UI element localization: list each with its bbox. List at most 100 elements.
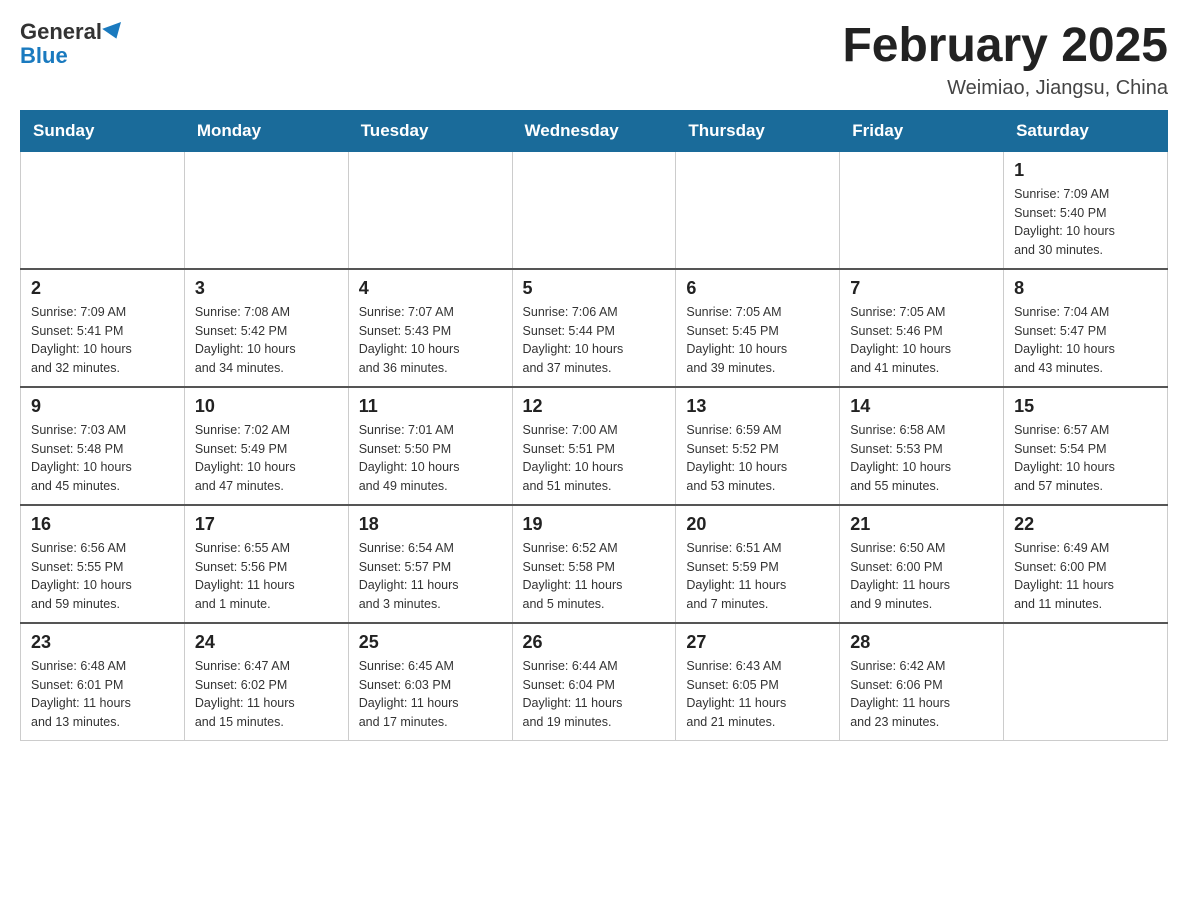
calendar-cell: 17 Sunrise: 6:55 AM Sunset: 5:56 PM Dayli… (184, 505, 348, 623)
calendar-cell: 7Sunrise: 7:05 AM Sunset: 5:46 PM Daylig… (840, 269, 1004, 387)
day-info: Sunrise: 7:04 AM Sunset: 5:47 PM Dayligh… (1014, 303, 1157, 378)
day-info: Sunrise: 6:57 AM Sunset: 5:54 PM Dayligh… (1014, 421, 1157, 496)
day-info: Sunrise: 7:06 AM Sunset: 5:44 PM Dayligh… (523, 303, 666, 378)
day-number: 9 (31, 396, 174, 417)
day-info: Sunrise: 6:45 AM Sunset: 6:03 PM Dayligh… (359, 657, 502, 732)
day-number: 27 (686, 632, 829, 653)
calendar-cell: 25Sunrise: 6:45 AM Sunset: 6:03 PM Dayli… (348, 623, 512, 741)
day-number: 16 (31, 514, 174, 535)
calendar-cell: 16 Sunrise: 6:56 AM Sunset: 5:55 PM Dayli… (21, 505, 185, 623)
calendar-cell: 18 Sunrise: 6:54 AM Sunset: 5:57 PM Dayli… (348, 505, 512, 623)
day-number: 2 (31, 278, 174, 299)
logo-general-text: General (20, 20, 102, 44)
day-number: 8 (1014, 278, 1157, 299)
calendar-cell (21, 151, 185, 269)
calendar-week-row: 23 Sunrise: 6:48 AM Sunset: 6:01 PM Dayli… (21, 623, 1168, 741)
calendar-cell: 14 Sunrise: 6:58 AM Sunset: 5:53 PM Dayli… (840, 387, 1004, 505)
day-info: Sunrise: 6:59 AM Sunset: 5:52 PM Dayligh… (686, 421, 829, 496)
calendar-cell: 4Sunrise: 7:07 AM Sunset: 5:43 PM Daylig… (348, 269, 512, 387)
day-info: Sunrise: 7:05 AM Sunset: 5:46 PM Dayligh… (850, 303, 993, 378)
day-info: Sunrise: 7:00 AM Sunset: 5:51 PM Dayligh… (523, 421, 666, 496)
calendar-cell: 22 Sunrise: 6:49 AM Sunset: 6:00 PM Dayli… (1004, 505, 1168, 623)
day-number: 22 (1014, 514, 1157, 535)
logo-triangle-icon (102, 22, 126, 42)
day-info: Sunrise: 6:48 AM Sunset: 6:01 PM Dayligh… (31, 657, 174, 732)
day-number: 20 (686, 514, 829, 535)
day-number: 18 (359, 514, 502, 535)
day-number: 14 (850, 396, 993, 417)
calendar-header-sunday: Sunday (21, 110, 185, 151)
calendar-cell: 26 Sunrise: 6:44 AM Sunset: 6:04 PM Dayli… (512, 623, 676, 741)
day-number: 24 (195, 632, 338, 653)
calendar-cell (840, 151, 1004, 269)
calendar-week-row: 9 Sunrise: 7:03 AM Sunset: 5:48 PM Daylig… (21, 387, 1168, 505)
calendar-cell (512, 151, 676, 269)
calendar-table: SundayMondayTuesdayWednesdayThursdayFrid… (20, 110, 1168, 741)
calendar-cell: 2 Sunrise: 7:09 AM Sunset: 5:41 PM Daylig… (21, 269, 185, 387)
calendar-cell: 11 Sunrise: 7:01 AM Sunset: 5:50 PM Dayli… (348, 387, 512, 505)
day-info: Sunrise: 6:47 AM Sunset: 6:02 PM Dayligh… (195, 657, 338, 732)
calendar-title: February 2025 (842, 20, 1168, 73)
calendar-cell: 13 Sunrise: 6:59 AM Sunset: 5:52 PM Dayli… (676, 387, 840, 505)
calendar-cell (1004, 623, 1168, 741)
day-number: 6 (686, 278, 829, 299)
day-number: 1 (1014, 160, 1157, 181)
calendar-header-friday: Friday (840, 110, 1004, 151)
day-number: 11 (359, 396, 502, 417)
day-number: 13 (686, 396, 829, 417)
calendar-week-row: 1 Sunrise: 7:09 AM Sunset: 5:40 PM Daylig… (21, 151, 1168, 269)
calendar-cell: 24 Sunrise: 6:47 AM Sunset: 6:02 PM Dayli… (184, 623, 348, 741)
day-number: 21 (850, 514, 993, 535)
day-number: 5 (523, 278, 666, 299)
day-info: Sunrise: 7:08 AM Sunset: 5:42 PM Dayligh… (195, 303, 338, 378)
calendar-cell: 12 Sunrise: 7:00 AM Sunset: 5:51 PM Dayli… (512, 387, 676, 505)
calendar-week-row: 16 Sunrise: 6:56 AM Sunset: 5:55 PM Dayli… (21, 505, 1168, 623)
logo-blue-text: Blue (20, 43, 68, 68)
day-info: Sunrise: 7:09 AM Sunset: 5:41 PM Dayligh… (31, 303, 174, 378)
day-info: Sunrise: 6:58 AM Sunset: 5:53 PM Dayligh… (850, 421, 993, 496)
logo: General Blue (20, 20, 124, 68)
calendar-cell: 10Sunrise: 7:02 AM Sunset: 5:49 PM Dayli… (184, 387, 348, 505)
day-info: Sunrise: 6:42 AM Sunset: 6:06 PM Dayligh… (850, 657, 993, 732)
calendar-week-row: 2 Sunrise: 7:09 AM Sunset: 5:41 PM Daylig… (21, 269, 1168, 387)
day-info: Sunrise: 6:55 AM Sunset: 5:56 PM Dayligh… (195, 539, 338, 614)
day-number: 23 (31, 632, 174, 653)
day-number: 17 (195, 514, 338, 535)
calendar-cell: 19 Sunrise: 6:52 AM Sunset: 5:58 PM Dayli… (512, 505, 676, 623)
calendar-cell: 1 Sunrise: 7:09 AM Sunset: 5:40 PM Daylig… (1004, 151, 1168, 269)
calendar-cell: 8 Sunrise: 7:04 AM Sunset: 5:47 PM Daylig… (1004, 269, 1168, 387)
day-number: 19 (523, 514, 666, 535)
day-number: 28 (850, 632, 993, 653)
calendar-cell: 6 Sunrise: 7:05 AM Sunset: 5:45 PM Daylig… (676, 269, 840, 387)
day-info: Sunrise: 6:49 AM Sunset: 6:00 PM Dayligh… (1014, 539, 1157, 614)
day-info: Sunrise: 7:02 AM Sunset: 5:49 PM Dayligh… (195, 421, 338, 496)
calendar-cell (676, 151, 840, 269)
calendar-cell (184, 151, 348, 269)
day-info: Sunrise: 7:01 AM Sunset: 5:50 PM Dayligh… (359, 421, 502, 496)
calendar-cell: 20Sunrise: 6:51 AM Sunset: 5:59 PM Dayli… (676, 505, 840, 623)
calendar-cell: 5 Sunrise: 7:06 AM Sunset: 5:44 PM Daylig… (512, 269, 676, 387)
day-info: Sunrise: 7:03 AM Sunset: 5:48 PM Dayligh… (31, 421, 174, 496)
calendar-header-wednesday: Wednesday (512, 110, 676, 151)
calendar-cell: 15Sunrise: 6:57 AM Sunset: 5:54 PM Dayli… (1004, 387, 1168, 505)
day-number: 12 (523, 396, 666, 417)
day-info: Sunrise: 6:52 AM Sunset: 5:58 PM Dayligh… (523, 539, 666, 614)
day-info: Sunrise: 7:05 AM Sunset: 5:45 PM Dayligh… (686, 303, 829, 378)
calendar-header-monday: Monday (184, 110, 348, 151)
calendar-cell: 23 Sunrise: 6:48 AM Sunset: 6:01 PM Dayli… (21, 623, 185, 741)
day-info: Sunrise: 7:07 AM Sunset: 5:43 PM Dayligh… (359, 303, 502, 378)
day-info: Sunrise: 6:44 AM Sunset: 6:04 PM Dayligh… (523, 657, 666, 732)
calendar-header-row: SundayMondayTuesdayWednesdayThursdayFrid… (21, 110, 1168, 151)
day-info: Sunrise: 6:43 AM Sunset: 6:05 PM Dayligh… (686, 657, 829, 732)
day-info: Sunrise: 7:09 AM Sunset: 5:40 PM Dayligh… (1014, 185, 1157, 260)
calendar-cell: 28 Sunrise: 6:42 AM Sunset: 6:06 PM Dayli… (840, 623, 1004, 741)
calendar-cell: 27 Sunrise: 6:43 AM Sunset: 6:05 PM Dayli… (676, 623, 840, 741)
day-number: 26 (523, 632, 666, 653)
calendar-header-tuesday: Tuesday (348, 110, 512, 151)
calendar-header-thursday: Thursday (676, 110, 840, 151)
page-header: General Blue February 2025 Weimiao, Jian… (20, 20, 1168, 100)
title-section: February 2025 Weimiao, Jiangsu, China (842, 20, 1168, 100)
day-info: Sunrise: 6:54 AM Sunset: 5:57 PM Dayligh… (359, 539, 502, 614)
calendar-cell: 21Sunrise: 6:50 AM Sunset: 6:00 PM Dayli… (840, 505, 1004, 623)
day-info: Sunrise: 6:56 AM Sunset: 5:55 PM Dayligh… (31, 539, 174, 614)
